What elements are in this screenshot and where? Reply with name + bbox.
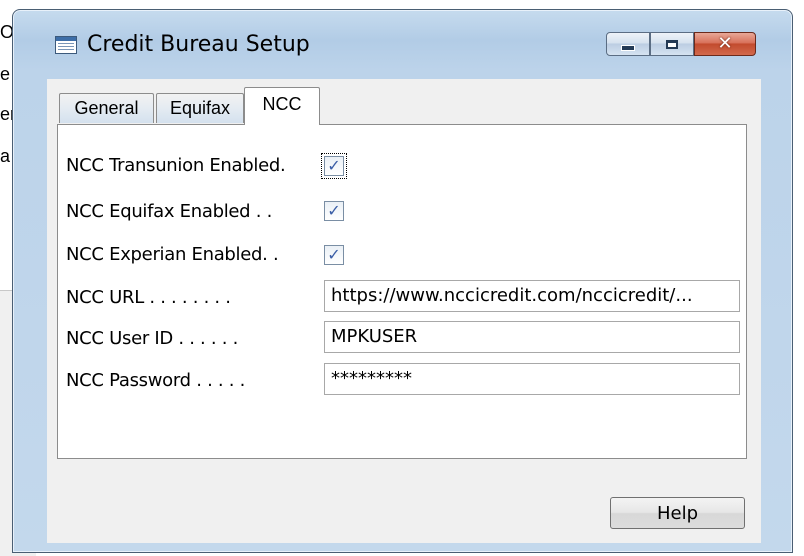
ncc-password-input[interactable]: ********* xyxy=(324,363,740,395)
credit-bureau-setup-window: Credit Bureau Setup ✕ General Equifax NC… xyxy=(12,9,793,553)
tab-label: General xyxy=(74,98,139,118)
transunion-enabled-label: NCC Transunion Enabled. xyxy=(66,155,286,176)
ncc-password-label: NCC Password . . . . . xyxy=(66,370,246,391)
window-title: Credit Bureau Setup xyxy=(87,32,310,57)
background-text: a xyxy=(0,146,11,166)
tab-ncc[interactable]: NCC xyxy=(244,87,320,125)
transunion-enabled-checkbox[interactable]: ✓ xyxy=(321,153,347,179)
tab-equifax[interactable]: Equifax xyxy=(156,93,244,123)
checkmark-icon: ✓ xyxy=(327,245,341,264)
close-button[interactable]: ✕ xyxy=(694,32,756,56)
experian-enabled-label: NCC Experian Enabled. . xyxy=(66,244,279,265)
dialog-client-area: General Equifax NCC NCC Transunion Enabl… xyxy=(47,79,761,543)
tab-label: NCC xyxy=(262,94,302,114)
tab-general[interactable]: General xyxy=(59,93,154,123)
maximize-icon xyxy=(666,39,678,49)
ncc-tab-panel: NCC Transunion Enabled. ✓ NCC Equifax En… xyxy=(57,124,747,459)
ncc-url-input[interactable]: https://www.nccicredit.com/nccicredit/..… xyxy=(324,280,740,312)
equifax-enabled-checkbox[interactable]: ✓ xyxy=(324,201,344,221)
experian-enabled-checkbox[interactable]: ✓ xyxy=(324,245,344,265)
table-window-icon xyxy=(55,36,77,54)
ncc-url-label: NCC URL . . . . . . . . xyxy=(66,287,231,308)
background-text: e xyxy=(0,64,11,84)
close-icon: ✕ xyxy=(717,33,733,54)
tab-label: Equifax xyxy=(169,98,231,118)
equifax-enabled-label: NCC Equifax Enabled . . xyxy=(66,201,272,222)
help-button[interactable]: Help xyxy=(610,497,745,529)
checkmark-icon: ✓ xyxy=(327,201,341,220)
ncc-user-id-input[interactable]: MPKUSER xyxy=(324,321,740,353)
ncc-user-id-label: NCC User ID . . . . . . xyxy=(66,328,239,349)
checkmark-icon: ✓ xyxy=(327,156,341,175)
maximize-button[interactable] xyxy=(650,32,694,56)
minimize-button[interactable] xyxy=(606,32,650,56)
title-bar[interactable]: Credit Bureau Setup ✕ xyxy=(13,10,792,76)
minimize-icon xyxy=(621,45,635,51)
